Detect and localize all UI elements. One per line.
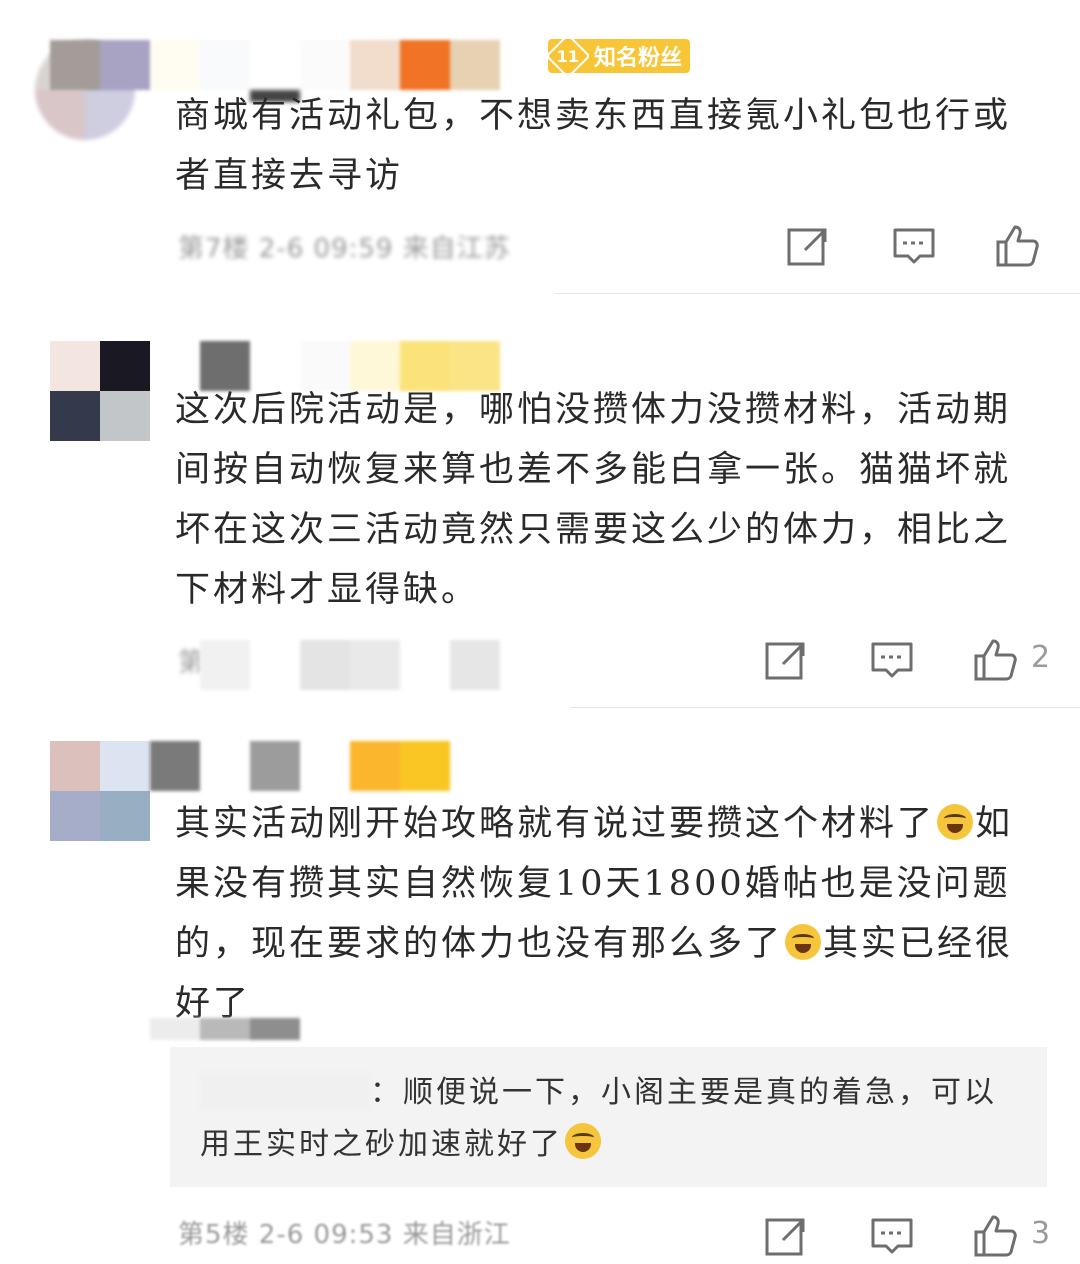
comment-icon[interactable] <box>868 1212 916 1260</box>
thumbs-up-icon[interactable] <box>971 1212 1019 1260</box>
comment-floor-5: 其实活动刚开始攻略就有说过要攒这个材料了 如果没有攒其实自然恢复10天1800婚帖… <box>0 0 1080 1257</box>
quoted-reply[interactable]: ：顺便说一下，小阁主要是真的着急，可以用王实时之砂加速就好了 <box>170 1047 1047 1187</box>
avatar[interactable] <box>50 741 150 841</box>
action-bar: 3 <box>763 1212 1063 1262</box>
share-icon[interactable] <box>763 1212 811 1260</box>
username-masked[interactable] <box>150 741 450 791</box>
reply-text: ：顺便说一下，小阁主要是真的着急，可以用王实时之砂加速就好了 <box>200 1067 1020 1171</box>
laugh-cry-emoji <box>785 924 822 960</box>
username-mask-row2 <box>150 1018 300 1040</box>
comment-text: 其实活动刚开始攻略就有说过要攒这个材料了 如果没有攒其实自然恢复10天1800婚帖… <box>175 794 1045 1034</box>
laugh-cry-emoji <box>937 804 974 840</box>
like-count: 3 <box>1031 1216 1051 1251</box>
floor-meta: 第5楼 2-6 09:53 来自浙江 <box>178 1220 511 1250</box>
comment-text-part-1: 其实活动刚开始攻略就有说过要攒这个材料了 <box>175 804 936 844</box>
laugh-cry-emoji <box>565 1123 601 1159</box>
